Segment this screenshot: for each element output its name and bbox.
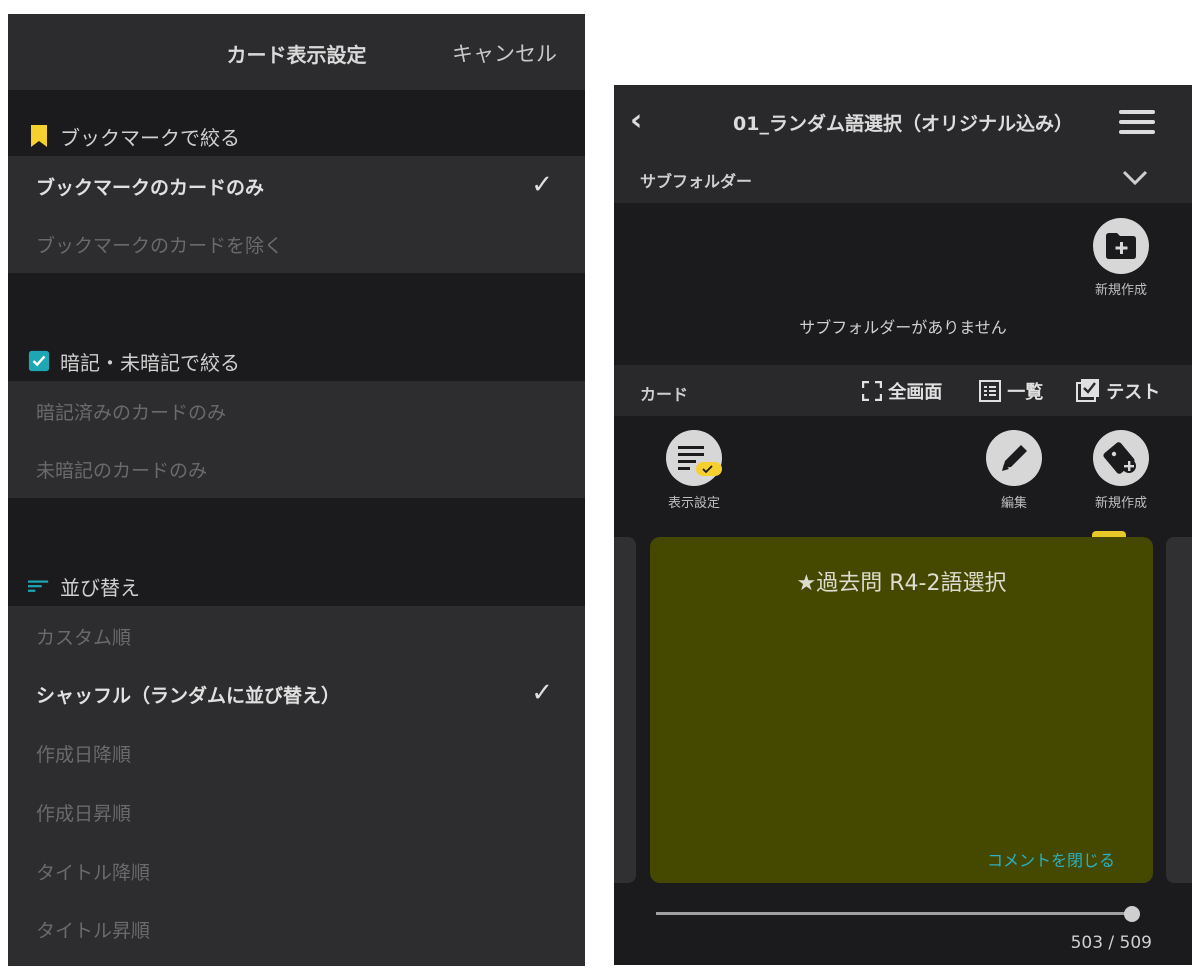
folder-plus-icon	[1106, 233, 1136, 259]
memorized-filter-heading: 暗記・未暗記で絞る	[8, 341, 585, 381]
option-label: ブックマークのカードを除く	[36, 235, 284, 257]
test-label: テスト	[1106, 382, 1161, 403]
option-label: 作成日昇順	[36, 803, 132, 825]
card-toolbar: カード 全画面 一覧 テスト	[614, 365, 1192, 416]
list-label: 一覧	[1007, 382, 1044, 403]
option-label: シャッフル（ランダムに並び替え）	[36, 685, 341, 707]
subfolder-label: サブフォルダー	[640, 172, 753, 191]
option-memorized-only[interactable]: 暗記済みのカードのみ	[8, 381, 585, 439]
fullscreen-button[interactable]: 全画面	[861, 378, 943, 404]
option-label: カスタム順	[36, 627, 132, 649]
fullscreen-icon	[861, 380, 883, 402]
sort-icon	[28, 580, 49, 592]
cancel-button[interactable]: キャンセル	[452, 38, 557, 68]
option-unmemorized-only[interactable]: 未暗記のカードのみ	[8, 439, 585, 497]
new-card-caption: 新規作成	[1094, 496, 1147, 511]
test-button[interactable]: テスト	[1076, 378, 1160, 404]
option-created-asc[interactable]: 作成日昇順	[8, 782, 585, 840]
card-title: ★過去問 R4-2語選択	[796, 571, 1007, 596]
section-heading-label: ブックマークで絞る	[60, 126, 240, 150]
section-heading-label: 暗記・未暗記で絞る	[60, 351, 240, 375]
option-bookmark-only[interactable]: ブックマークのカードのみ ✓	[8, 156, 585, 214]
bookmark-filter-options: ブックマークのカードのみ ✓ ブックマークのカードを除く	[8, 156, 585, 273]
subfolder-bar[interactable]: サブフォルダー	[614, 155, 1192, 203]
fullscreen-label: 全画面	[888, 382, 943, 403]
previous-card[interactable]	[614, 537, 636, 883]
edit-caption: 編集	[1000, 496, 1027, 511]
pencil-icon	[1002, 445, 1027, 471]
next-card[interactable]	[1166, 537, 1192, 883]
option-label: タイトル昇順	[36, 920, 151, 942]
display-settings-button[interactable]	[666, 430, 722, 486]
list-icon	[979, 380, 1001, 402]
card-section-label: カード	[640, 385, 689, 404]
checkmark-icon: ✓	[531, 170, 553, 200]
new-folder-button[interactable]	[1093, 218, 1149, 274]
option-label: 作成日降順	[36, 744, 132, 766]
option-title-desc[interactable]: タイトル降順	[8, 841, 585, 899]
top-navigation-bar: ‹ 01_ランダム語選択（オリジナル込み）	[614, 85, 1192, 155]
hamburger-menu-icon[interactable]	[1119, 110, 1155, 134]
option-label: ブックマークのカードのみ	[36, 177, 265, 199]
sort-options: カスタム順 シャッフル（ランダムに並び替え） ✓ 作成日降順 作成日昇順 タイト…	[8, 606, 585, 966]
option-exclude-bookmark[interactable]: ブックマークのカードを除く	[8, 214, 585, 272]
new-card-button[interactable]	[1093, 430, 1149, 486]
section-heading-label: 並び替え	[60, 576, 140, 600]
folder-title: 01_ランダム語選択（オリジナル込み）	[733, 113, 1073, 135]
list-button[interactable]: 一覧	[979, 378, 1043, 404]
option-label: 未暗記のカードのみ	[36, 460, 208, 482]
settings-header: カード表示設定 キャンセル	[8, 14, 585, 90]
option-title-asc[interactable]: タイトル昇順	[8, 899, 585, 957]
folder-screen: ‹ 01_ランダム語選択（オリジナル込み） サブフォルダー 新規作成 サブフォル…	[614, 85, 1192, 965]
option-shuffle[interactable]: シャッフル（ランダムに並び替え） ✓	[8, 664, 585, 722]
test-checkbox-icon	[1076, 379, 1099, 402]
new-folder-caption: 新規作成	[1094, 283, 1147, 298]
option-label: 暗記済みのカードのみ	[36, 402, 227, 424]
option-label: タイトル降順	[36, 862, 151, 884]
chevron-down-icon[interactable]	[1122, 169, 1148, 187]
option-custom-order[interactable]: カスタム順	[8, 606, 585, 664]
flash-card[interactable]: ★過去問 R4-2語選択 コメントを閉じる	[650, 537, 1153, 883]
option-created-desc[interactable]: 作成日降順	[8, 723, 585, 781]
new-card-icon	[1103, 442, 1136, 474]
checkbox-icon	[28, 350, 50, 372]
card-display-settings-panel: カード表示設定 キャンセル ブックマークで絞る ブックマークのカードのみ ✓ ブ…	[8, 14, 585, 966]
bookmark-icon	[31, 125, 47, 147]
close-comment-link[interactable]: コメントを閉じる	[987, 847, 1115, 871]
slider-handle[interactable]	[1124, 906, 1141, 922]
memorized-filter-options: 暗記済みのカードのみ 未暗記のカードのみ	[8, 381, 585, 498]
checkmark-icon: ✓	[531, 678, 553, 708]
display-settings-caption: 表示設定	[667, 496, 720, 511]
card-counter: 503 / 509	[1070, 933, 1152, 953]
edit-button[interactable]	[986, 430, 1042, 486]
card-progress-slider[interactable]	[656, 912, 1138, 915]
sort-heading: 並び替え	[8, 566, 585, 606]
bookmark-filter-heading: ブックマークで絞る	[8, 116, 585, 156]
display-settings-icon	[678, 446, 722, 476]
empty-subfolder-message: サブフォルダーがありません	[799, 318, 1007, 337]
